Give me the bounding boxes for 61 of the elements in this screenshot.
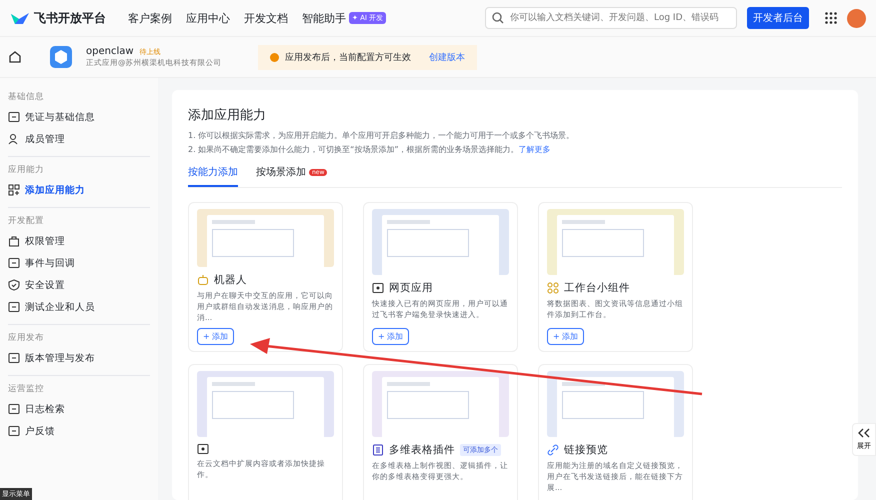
sidebar-item[interactable]: 凭证与基础信息 [8, 106, 150, 128]
warning-icon [270, 52, 279, 62]
square-icon [8, 111, 20, 123]
square-icon [8, 403, 20, 415]
double-chevron-icon [858, 428, 870, 438]
square-icon [8, 257, 20, 269]
sidebar-item[interactable]: 事件与回调 [8, 252, 150, 274]
window-icon [372, 282, 384, 294]
bag-icon [8, 235, 20, 247]
sidebar-item[interactable]: 成员管理 [8, 128, 150, 150]
add-button[interactable]: + 添加 [547, 328, 584, 345]
group-title: 应用能力 [8, 164, 45, 177]
brand-name: 飞书开放平台 [34, 10, 106, 26]
square-icon [8, 425, 20, 437]
robot-icon [197, 274, 209, 286]
apps-grid-icon[interactable] [825, 12, 837, 24]
card-title: 机器人 [214, 273, 247, 288]
instruction-text: 2. 如果尚不确定需要添加什么能力，可切换至“按场景添加”，根据所需的业务场景选择能力。了解更多 [188, 144, 552, 155]
app-name: openclaw [86, 46, 134, 57]
group-title: 应用发布 [8, 332, 45, 345]
notice-text: 应用发布后，当前配置方可生效 [285, 52, 411, 64]
add-button[interactable]: + 添加 [197, 328, 234, 345]
square-icon [8, 301, 20, 313]
group-title: 基础信息 [8, 91, 45, 104]
table-icon [372, 444, 384, 456]
learn-more-link[interactable]: 了解更多 [518, 145, 550, 154]
nav-link[interactable]: 客户案例 [128, 10, 172, 26]
square-icon [8, 352, 20, 364]
sidebar-item[interactable]: 添加应用能力 [8, 179, 150, 201]
search-icon [492, 12, 504, 24]
sidebar-item[interactable]: 权限管理 [8, 230, 150, 252]
group-title: 运营监控 [8, 383, 45, 396]
sidebar-item[interactable]: 测试企业和人员 [8, 296, 150, 318]
card-title: 链接预览 [564, 443, 608, 457]
widget-icon [547, 282, 559, 294]
person-icon [8, 133, 20, 145]
group-title: 开发配置 [8, 215, 45, 228]
avatar[interactable] [847, 8, 866, 28]
sidebar-item[interactable]: 日志检索 [8, 398, 150, 420]
sidebar-item[interactable]: 安全设置 [8, 274, 150, 296]
window-icon [197, 443, 209, 455]
instruction-text: 1. 你可以根据实际需求，为应用开启能力。单个应用可开启多种能力，一个能力可用于一个或多个飞书场景。 [188, 130, 576, 141]
nav-link[interactable]: 开发文档 [244, 10, 288, 26]
sidebar-item[interactable]: 版本管理与发布 [8, 347, 150, 369]
app-icon [50, 46, 72, 68]
tab[interactable]: 按能力添加 [188, 165, 238, 187]
add-button[interactable]: + 添加 [372, 328, 410, 345]
logo-icon [10, 10, 30, 26]
search-field[interactable]: 你可以输入文档关键词、开发问题、Log ID、错误码 [485, 7, 737, 29]
developer-console-button[interactable]: 开发者后台 [747, 7, 809, 29]
page-title: 添加应用能力 [188, 107, 267, 124]
grid-icon [8, 184, 20, 196]
home-icon[interactable] [8, 50, 22, 64]
link-icon [547, 444, 559, 456]
create-version-link[interactable]: 创建版本 [429, 50, 465, 64]
nav-link[interactable]: 应用中心 [186, 10, 230, 26]
card-title: 多维表格插件 [389, 443, 455, 457]
sidebar-item[interactable]: 户反馈 [8, 420, 150, 442]
shield-icon [8, 279, 20, 291]
card-title: 网页应用 [389, 281, 433, 295]
card-title: 工作台小组件 [564, 281, 630, 295]
